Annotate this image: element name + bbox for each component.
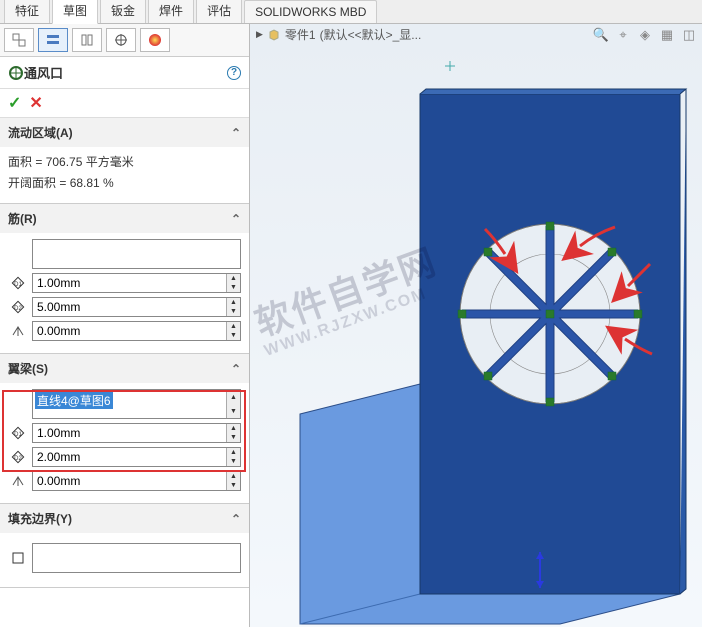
svg-text:D2: D2	[14, 306, 22, 312]
open-area-label: 开阔面积 =	[8, 176, 66, 190]
rib-d2-spinner[interactable]: ▲▼	[32, 297, 241, 317]
tab-feature[interactable]: 特征	[4, 0, 50, 23]
part-icon	[267, 28, 281, 42]
spin-up[interactable]: ▲	[227, 274, 240, 283]
tab-weldment[interactable]: 焊件	[148, 0, 194, 23]
spin-down[interactable]: ▼	[227, 307, 240, 316]
zoom-fit-icon[interactable]: 🔍	[592, 26, 610, 44]
section-fill-label: 填充边界(Y)	[8, 510, 72, 527]
section-rib-label: 筋(R)	[8, 210, 37, 227]
rib-d1-input[interactable]	[33, 274, 226, 292]
tab-sheetmetal[interactable]: 钣金	[100, 0, 146, 23]
area-label: 面积 =	[8, 155, 42, 169]
rib-d3-input[interactable]	[33, 322, 226, 340]
spin-down[interactable]: ▼	[227, 481, 240, 490]
panel-tab-bar	[0, 24, 249, 57]
help-icon[interactable]: ?	[227, 66, 241, 80]
spar-d3-input[interactable]	[33, 472, 226, 490]
section-flow-label: 流动区域(A)	[8, 124, 73, 141]
model-geometry[interactable]	[270, 54, 700, 627]
spin-down[interactable]: ▼	[227, 283, 240, 292]
cancel-button[interactable]: ✕	[29, 93, 42, 113]
breadcrumb[interactable]: ▶ 零件1 (默认<<默认>_显...	[256, 26, 421, 43]
display-style-icon[interactable]: ▦	[658, 26, 676, 44]
rib-selection-list[interactable]	[32, 239, 241, 269]
tab-mbd[interactable]: SOLIDWORKS MBD	[244, 0, 377, 23]
panel-tab-feature-tree[interactable]	[4, 28, 34, 52]
view-orient-icon[interactable]: ◈	[636, 26, 654, 44]
rib-d3-spinner[interactable]: ▲▼	[32, 321, 241, 341]
breadcrumb-expand-icon[interactable]: ▶	[256, 29, 263, 40]
spar-d3-spinner[interactable]: ▲▼	[32, 471, 241, 491]
feature-title: 通风口	[24, 63, 227, 82]
svg-text:D1: D1	[14, 282, 22, 288]
spin-up[interactable]: ▲	[227, 472, 240, 481]
section-spar-label: 翼梁(S)	[8, 360, 48, 377]
spin-up[interactable]: ▲	[227, 322, 240, 331]
rib-d2-input[interactable]	[33, 298, 226, 316]
chevron-up-icon: ⌃	[231, 126, 241, 140]
area-value: 706.75 平方毫米	[46, 155, 134, 169]
section-fill-header[interactable]: 填充边界(Y) ⌃	[0, 504, 249, 533]
section-spar-header[interactable]: 翼梁(S) ⌃	[0, 354, 249, 383]
panel-tab-dim[interactable]	[106, 28, 136, 52]
open-area-value: 68.81 %	[70, 176, 114, 190]
dimension-d2-icon: D2	[8, 300, 28, 314]
fill-selection-list[interactable]	[32, 543, 241, 573]
panel-tab-property[interactable]	[38, 28, 68, 52]
spin-down[interactable]: ▼	[227, 331, 240, 340]
rib-d1-spinner[interactable]: ▲▼	[32, 273, 241, 293]
breadcrumb-state[interactable]: (默认<<默认>_显...	[320, 26, 422, 43]
fill-sketch-icon	[8, 551, 28, 565]
offset-arrow-icon	[8, 474, 28, 488]
chevron-up-icon: ⌃	[231, 362, 241, 376]
spin-up[interactable]: ▲	[227, 298, 240, 307]
section-rib-header[interactable]: 筋(R) ⌃	[0, 204, 249, 233]
zoom-area-icon[interactable]: ⌖	[614, 26, 632, 44]
vent-feature-icon	[8, 65, 24, 81]
chevron-up-icon: ⌃	[231, 212, 241, 226]
highlight-annotation	[2, 390, 246, 472]
tab-sketch[interactable]: 草图	[52, 0, 98, 24]
panel-tab-config[interactable]	[72, 28, 102, 52]
ribbon-tab-bar: 特征 草图 钣金 焊件 评估 SOLIDWORKS MBD	[0, 0, 702, 24]
view-toolbar: 🔍 ⌖ ◈ ▦ ◫	[592, 26, 698, 44]
panel-tab-appearance[interactable]	[140, 28, 170, 52]
section-flow-area: 流动区域(A) ⌃ 面积 = 706.75 平方毫米 开阔面积 = 68.81 …	[0, 118, 249, 204]
section-view-icon[interactable]: ◫	[680, 26, 698, 44]
chevron-up-icon: ⌃	[231, 512, 241, 526]
dimension-d1-icon: D1	[8, 276, 28, 290]
section-fill-boundary: 填充边界(Y) ⌃	[0, 504, 249, 588]
offset-arrow-icon	[8, 324, 28, 338]
ok-button[interactable]: ✓	[8, 93, 21, 113]
breadcrumb-part[interactable]: 零件1	[285, 26, 316, 43]
tab-evaluate[interactable]: 评估	[196, 0, 242, 23]
graphics-viewport[interactable]: ▶ 零件1 (默认<<默认>_显... 🔍 ⌖ ◈ ▦ ◫	[250, 24, 702, 627]
property-manager-panel: 通风口 ? ✓ ✕ 流动区域(A) ⌃ 面积 = 706.75 平方毫米 开阔面…	[0, 24, 250, 627]
section-flow-header[interactable]: 流动区域(A) ⌃	[0, 118, 249, 147]
section-rib: 筋(R) ⌃ D1 ▲▼ D2 ▲▼ ▲▼	[0, 204, 249, 354]
